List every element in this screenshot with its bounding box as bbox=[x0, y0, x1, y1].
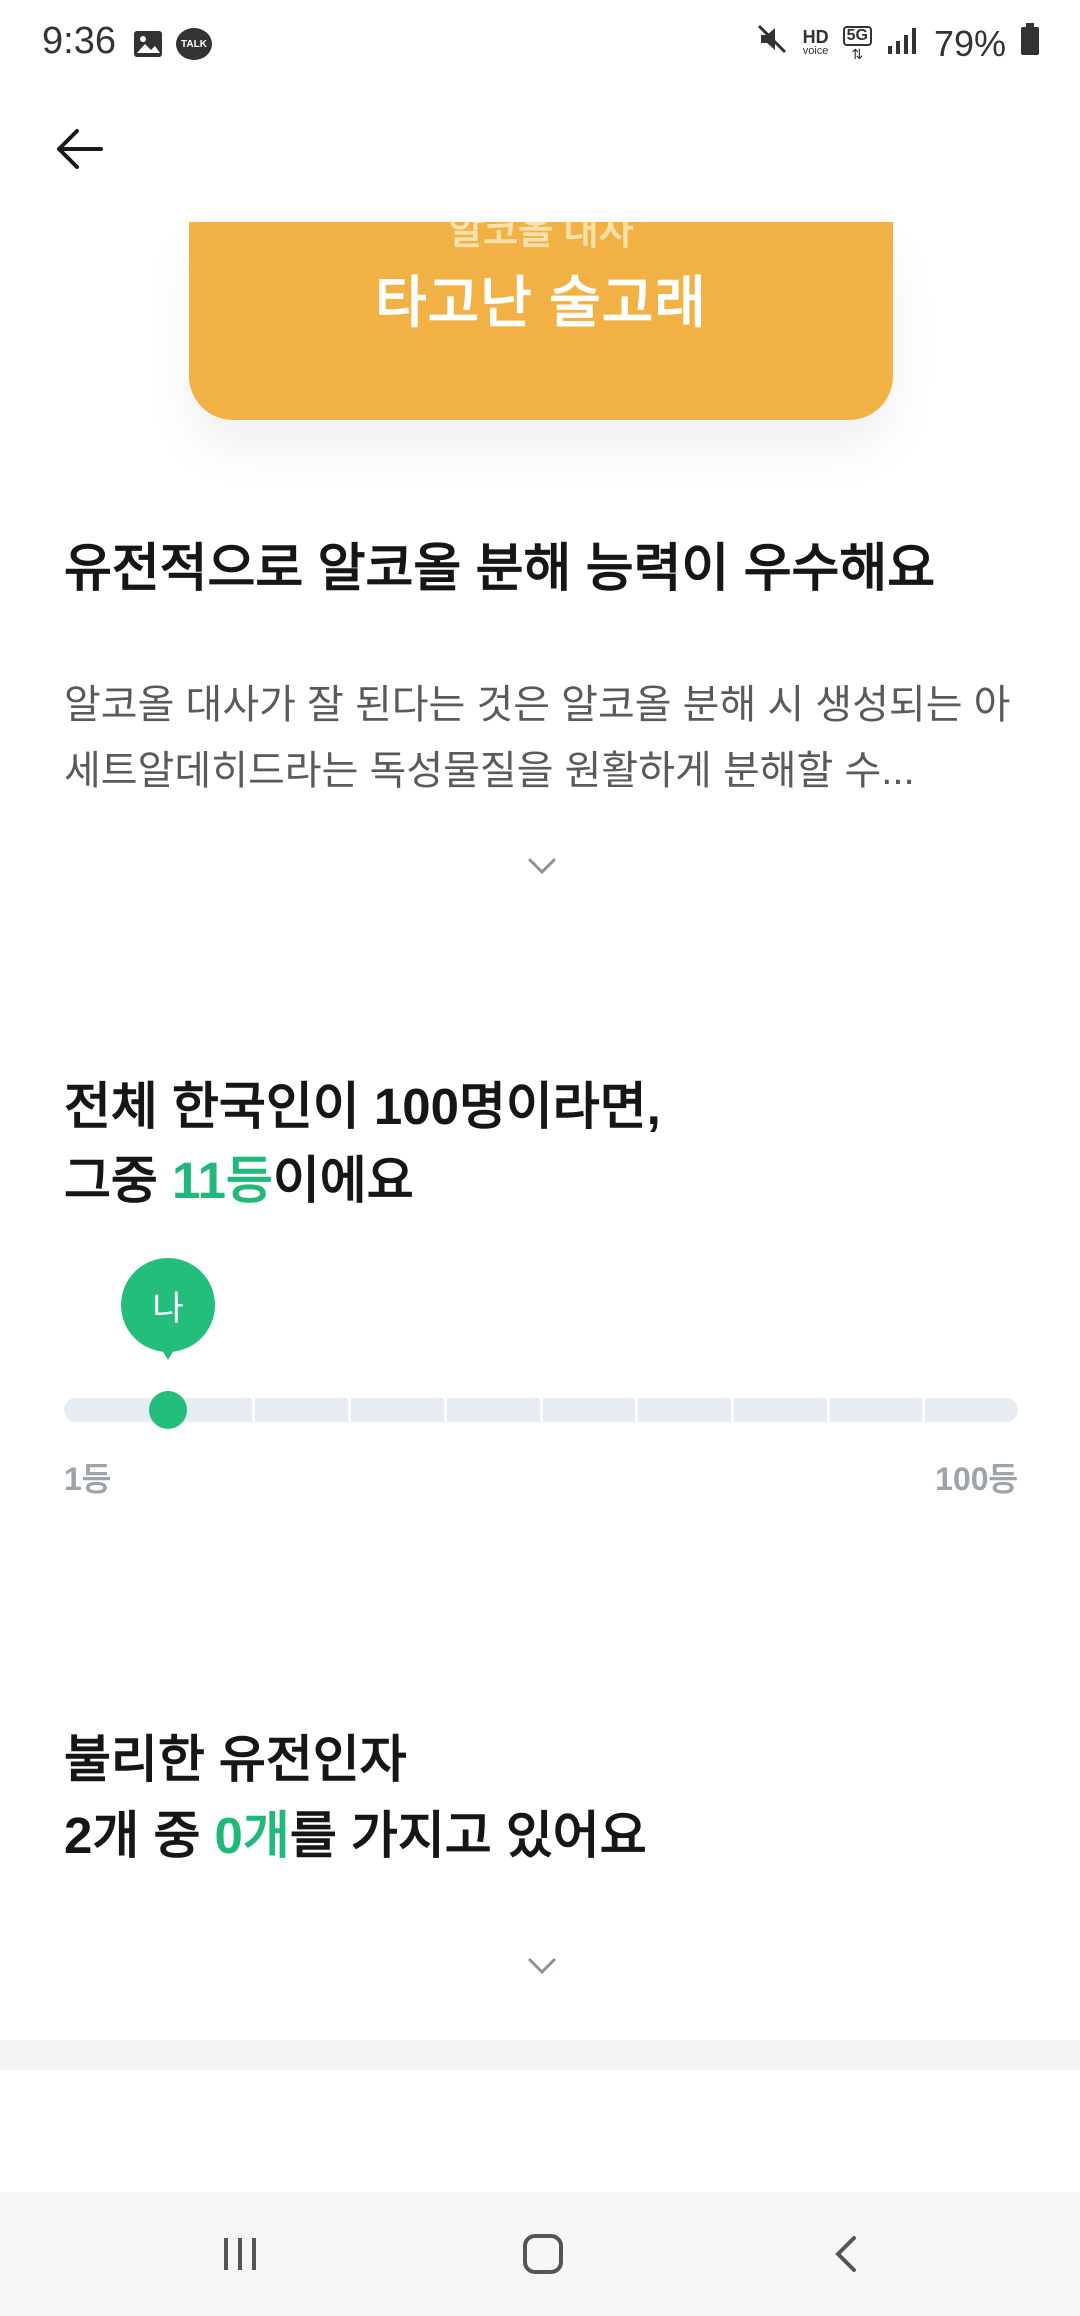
status-bar: 9:36 TALK HD voice 5G ⇅ 79% bbox=[0, 0, 1080, 92]
rank-prefix: 그중 bbox=[64, 1152, 173, 1209]
scale-min-label: 1등 bbox=[64, 1461, 112, 1497]
rank-value: 11등 bbox=[172, 1152, 273, 1209]
home-icon bbox=[523, 2234, 563, 2274]
chevron-down-icon bbox=[528, 1958, 556, 1975]
status-time: 9:36 bbox=[42, 20, 116, 62]
rank-suffix: 이에요 bbox=[272, 1152, 414, 1209]
scale-max-label: 100등 bbox=[935, 1461, 1018, 1497]
trait-expand-button[interactable] bbox=[522, 852, 562, 880]
genes-line1: 불리한 유전인자 bbox=[64, 1731, 407, 1788]
battery-percent: 79% bbox=[933, 22, 1006, 64]
genes-prefix: 2개 중 bbox=[64, 1807, 215, 1864]
nav-back-button[interactable] bbox=[808, 2216, 884, 2292]
trait-description: 알코올 대사가 잘 된다는 것은 알코올 분해 시 생성되는 아세트알데히드라는… bbox=[64, 683, 1011, 793]
genes-title: 불리한 유전인자 2개 중 0개를 가지고 있어요 bbox=[64, 1722, 647, 1874]
genes-count: 0개 bbox=[214, 1807, 290, 1864]
arrow-left-icon bbox=[57, 129, 103, 169]
network-label: 5G bbox=[842, 25, 872, 46]
recents-icon bbox=[224, 2238, 256, 2270]
result-card: 알코올 대사 타고난 술고래 bbox=[189, 222, 893, 420]
home-button[interactable] bbox=[505, 2216, 581, 2292]
gallery-icon bbox=[132, 28, 164, 65]
hd-label: HD bbox=[802, 26, 829, 47]
rank-track bbox=[64, 1398, 1018, 1422]
recents-button[interactable] bbox=[202, 2216, 278, 2292]
card-subtitle: 알코올 대사 bbox=[448, 222, 634, 253]
trait-headline: 유전적으로 알코올 분해 능력이 우수해요 bbox=[64, 540, 936, 598]
voice-label: voice bbox=[802, 44, 829, 57]
rank-line2: 그중 11등이에요 bbox=[64, 1144, 661, 1218]
rank-thumb bbox=[149, 1391, 187, 1429]
genes-expand-button[interactable] bbox=[522, 1952, 562, 1980]
genes-suffix: 를 가지고 있어요 bbox=[289, 1807, 647, 1864]
mute-icon bbox=[755, 22, 789, 65]
marker-tail bbox=[156, 1340, 180, 1360]
back-button[interactable] bbox=[44, 114, 114, 184]
back-icon bbox=[835, 2236, 856, 2272]
rank-title: 전체 한국인이 100명이라면, 그중 11등이에요 bbox=[64, 1070, 661, 1218]
talk-label: TALK bbox=[176, 28, 212, 60]
kakaotalk-icon: TALK bbox=[176, 28, 212, 60]
status-right-group: HD voice 5G ⇅ 79% bbox=[755, 22, 1040, 65]
genes-line2: 2개 중 0개를 가지고 있어요 bbox=[64, 1798, 647, 1874]
signal-icon bbox=[886, 23, 920, 65]
my-rank-marker: 나 bbox=[121, 1258, 215, 1352]
card-title: 타고난 술고래 bbox=[375, 271, 707, 334]
5g-icon: 5G ⇅ bbox=[842, 25, 872, 62]
chevron-down-icon bbox=[528, 858, 556, 875]
rank-line1: 전체 한국인이 100명이라면, bbox=[64, 1078, 661, 1135]
section-divider bbox=[0, 2040, 1080, 2070]
hd-voice-icon: HD voice bbox=[802, 26, 829, 58]
battery-icon bbox=[1020, 22, 1040, 65]
